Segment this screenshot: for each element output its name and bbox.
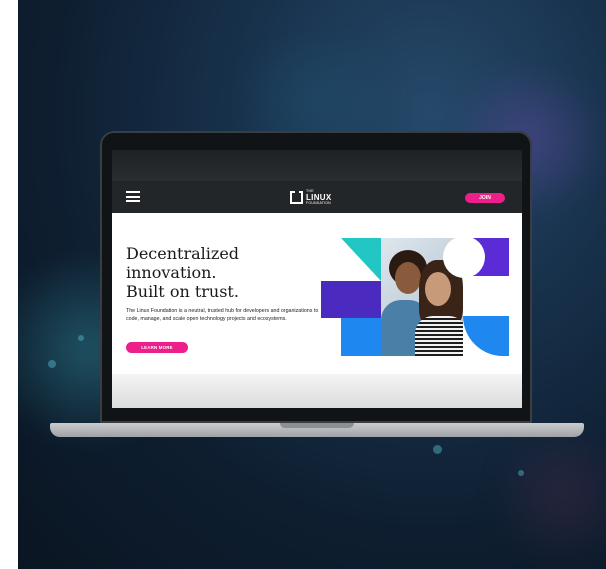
blue-square — [341, 318, 381, 356]
hero-title-line: Built on trust. — [126, 282, 239, 301]
bokeh-dot — [78, 335, 84, 341]
hamburger-menu-icon[interactable] — [126, 191, 140, 202]
laptop-screen: THE LINUX FOUNDATION JOIN Decentralized … — [112, 150, 522, 408]
linux-foundation-logo[interactable]: THE LINUX FOUNDATION — [290, 189, 332, 206]
logo-mark-icon — [290, 191, 303, 204]
join-button[interactable]: JOIN — [465, 193, 505, 203]
bokeh-dot — [48, 360, 56, 368]
learn-more-button[interactable]: LEARN MORE — [126, 342, 188, 353]
hero-description: The Linux Foundation is a neutral, trust… — [126, 308, 319, 323]
person-face — [425, 272, 451, 306]
browser-top-bar — [112, 150, 522, 181]
blue-quarter — [463, 316, 509, 356]
purple-square — [321, 281, 381, 318]
hero-title-line: Decentralized — [126, 244, 240, 263]
person-body — [415, 316, 463, 356]
bokeh-dot — [518, 470, 524, 476]
hero-title-line: innovation. — [126, 263, 217, 282]
laptop-base — [50, 423, 584, 437]
white-circle — [443, 236, 485, 278]
hero-artwork — [321, 236, 509, 356]
site-nav: THE LINUX FOUNDATION JOIN — [112, 181, 522, 213]
teal-triangle — [341, 238, 381, 281]
logo-sub: FOUNDATION — [306, 200, 331, 205]
screen-bottom-band — [112, 374, 522, 408]
white-block — [463, 278, 509, 316]
person-face — [395, 262, 421, 294]
logo-text: THE LINUX FOUNDATION — [306, 189, 332, 205]
bokeh-glow — [488, 420, 606, 569]
laptop-notch — [280, 423, 354, 428]
bokeh-dot — [433, 445, 442, 454]
hero-title: Decentralized innovation. Built on trust… — [126, 244, 326, 301]
